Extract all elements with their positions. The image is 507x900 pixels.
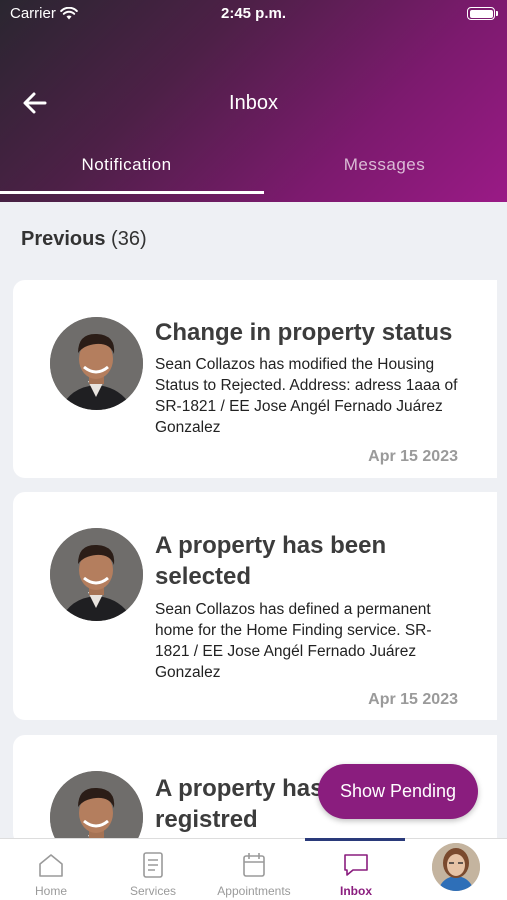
tabbar-item-home[interactable]: Home xyxy=(0,839,102,900)
active-tab-indicator xyxy=(305,838,405,841)
bottom-tab-bar: Home Services Appointments Inbox xyxy=(0,838,507,900)
tabbar-label: Appointments xyxy=(217,884,291,898)
document-icon xyxy=(143,852,163,878)
calendar-icon xyxy=(243,853,265,877)
battery-icon xyxy=(467,7,498,20)
tab-messages[interactable]: Messages xyxy=(258,155,507,175)
clock: 2:45 p.m. xyxy=(220,5,287,22)
notification-date: Apr 15 2023 xyxy=(368,691,458,708)
home-icon xyxy=(39,854,63,877)
status-bar: Carrier 2:45 p.m. xyxy=(0,0,507,30)
notification-card[interactable]: A property has been selected Sean Collaz… xyxy=(13,492,497,720)
tabbar-label: Services xyxy=(129,884,176,898)
notification-body: Sean Collazos has modified the Housing S… xyxy=(155,356,458,436)
active-tab-underline xyxy=(0,191,264,194)
profile-avatar[interactable] xyxy=(432,843,480,891)
section-title: Previous xyxy=(21,228,106,250)
section-heading: Previous (36) xyxy=(21,228,147,251)
tab-notification[interactable]: Notification xyxy=(0,155,253,175)
show-pending-button[interactable]: Show Pending xyxy=(318,764,478,819)
notification-body: Sean Collazos has defined a permanent ho… xyxy=(155,601,432,681)
tabbar-item-services[interactable]: Services xyxy=(102,839,204,900)
avatar xyxy=(50,528,143,621)
tabbar-label: Inbox xyxy=(340,884,372,898)
tabbar-item-inbox[interactable]: Inbox xyxy=(305,839,407,900)
section-count: (36) xyxy=(111,228,147,250)
chat-bubble-icon xyxy=(344,854,368,876)
notification-date: Apr 15 2023 xyxy=(368,448,458,465)
notification-title: Change in property status xyxy=(155,319,453,346)
avatar xyxy=(50,317,143,410)
notification-card[interactable]: Change in property status Sean Collazos … xyxy=(13,280,497,478)
page-title: Inbox xyxy=(229,92,278,114)
tabbar-item-appointments[interactable]: Appointments xyxy=(203,839,305,900)
notification-title: A property has been selected xyxy=(155,532,387,590)
app-header: Carrier 2:45 p.m. Inbox Notification Mes… xyxy=(0,0,507,202)
tabbar-label: Home xyxy=(34,884,67,898)
